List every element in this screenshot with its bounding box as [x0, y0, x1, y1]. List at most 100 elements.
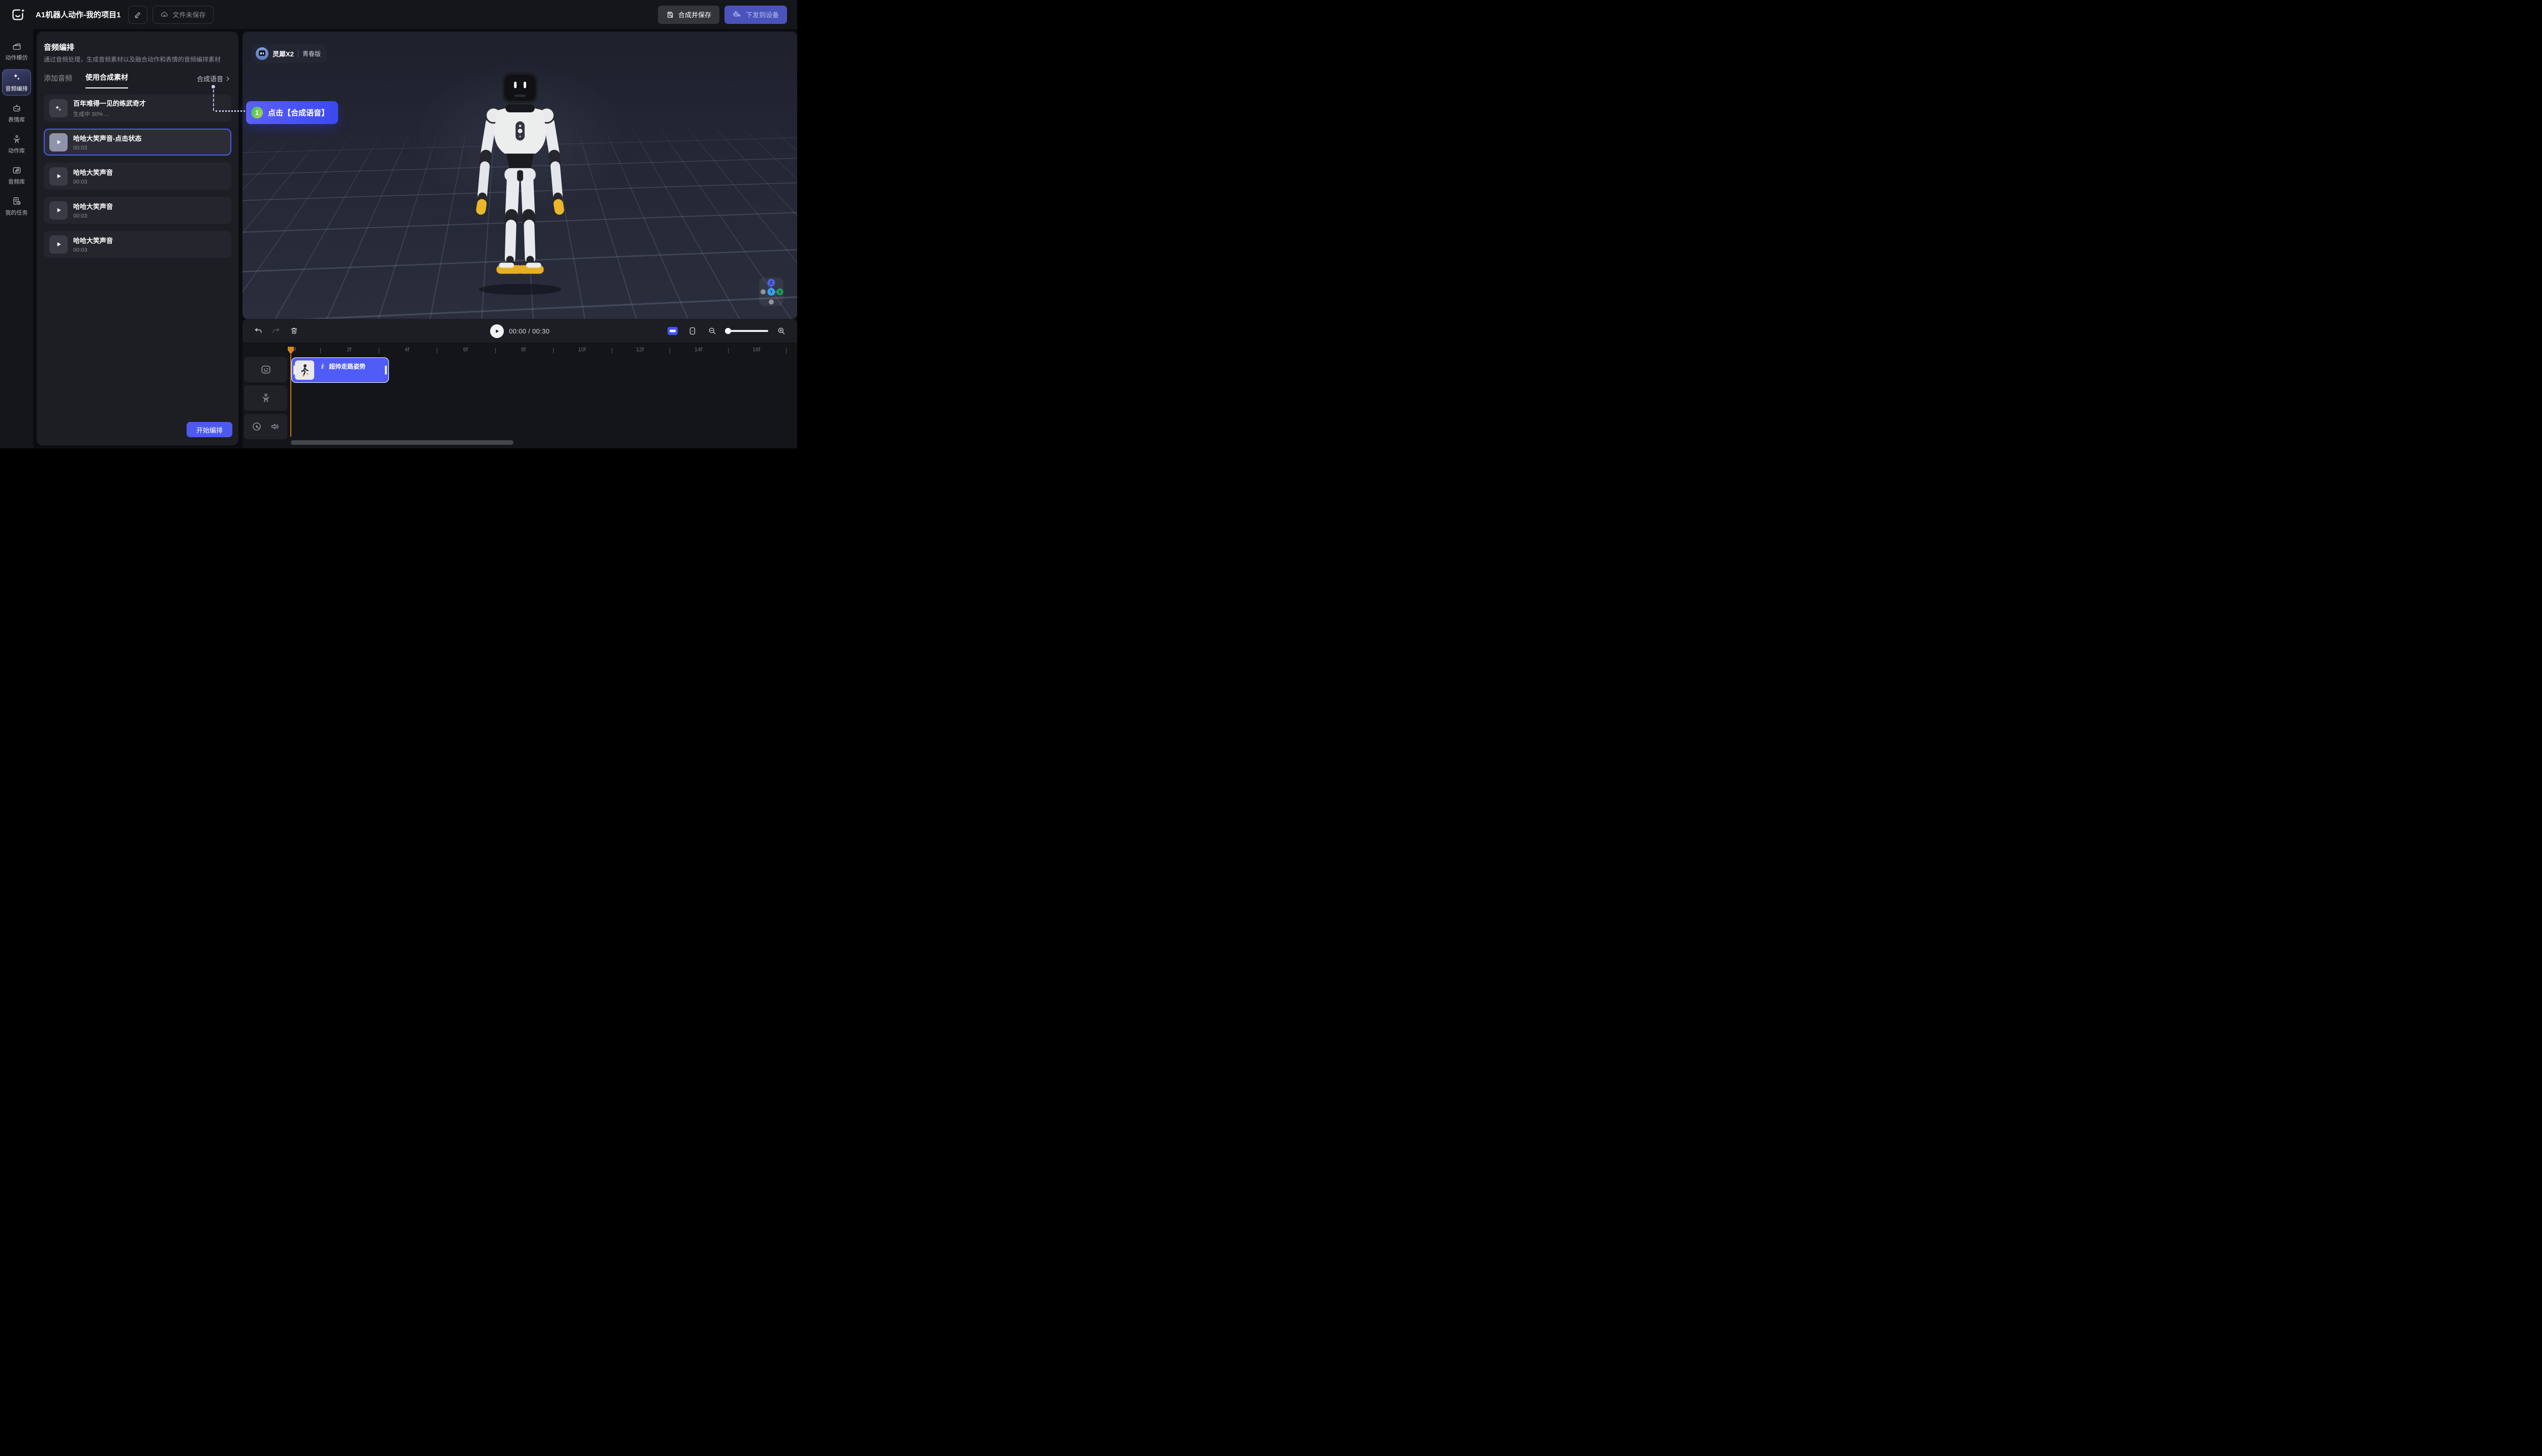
- clip-trim-handle-right[interactable]: [385, 366, 387, 375]
- guide-connector-vertical: [213, 89, 214, 111]
- audio-track-header: [244, 414, 287, 439]
- axis-neg-z-dot: [769, 299, 774, 305]
- item-progress: 生成中 30% ...: [73, 110, 146, 118]
- clapperboard-icon: [12, 41, 22, 51]
- save-button[interactable]: 合成并保存: [658, 6, 719, 24]
- ruler-label: 10f: [578, 347, 586, 353]
- ruler-tick: [728, 348, 729, 353]
- play-button[interactable]: [49, 235, 68, 254]
- speaker-icon[interactable]: [270, 421, 280, 432]
- app-logo-icon[interactable]: [10, 7, 25, 22]
- zoom-out-button[interactable]: [706, 324, 719, 338]
- ruler-label: 8f: [521, 347, 526, 353]
- timeline-toolbar: 00:00 / 00:30: [243, 319, 797, 343]
- audio-item-selected[interactable]: 哈哈大笑声音-点击状态 00:03: [44, 129, 231, 156]
- auto-fit-icon: [667, 326, 678, 336]
- ruler-tick: [320, 348, 321, 353]
- timeline-horizontal-scrollbar[interactable]: [291, 440, 513, 445]
- item-duration: 00:03: [73, 145, 141, 151]
- save-label: 合成并保存: [678, 10, 711, 19]
- nav-label: 音频库: [8, 177, 25, 186]
- redo-icon: [271, 326, 281, 336]
- guide-connector-horizontal: [216, 110, 245, 112]
- playhead[interactable]: [288, 347, 294, 437]
- face-track-icon[interactable]: [260, 364, 271, 375]
- undo-icon: [254, 326, 263, 336]
- file-status-label: 文件未保存: [173, 10, 206, 19]
- viewport-3d[interactable]: 灵犀X2 青春版: [243, 32, 797, 319]
- play-button[interactable]: [49, 201, 68, 220]
- start-arrange-button[interactable]: 开始编排: [187, 422, 232, 437]
- timeline-play-button[interactable]: [490, 324, 504, 338]
- person-track-icon[interactable]: [260, 392, 271, 404]
- undo-button[interactable]: [252, 324, 265, 338]
- item-title: 哈哈大笑声音: [73, 201, 113, 211]
- nav-expression-library[interactable]: 表情库: [2, 100, 31, 127]
- nav-motion-mimic[interactable]: 动作模仿: [2, 38, 31, 65]
- zoom-out-icon: [708, 326, 717, 336]
- play-icon: [494, 328, 500, 334]
- robot-face-icon: [12, 103, 22, 113]
- redo-button[interactable]: [269, 324, 283, 338]
- guide-tooltip-text: 点击【合成语音】: [268, 107, 329, 118]
- track-headers: [244, 357, 287, 442]
- ruler-label: 12f: [636, 347, 644, 353]
- item-title: 哈哈大笑声音: [73, 235, 113, 245]
- disc-icon[interactable]: [252, 421, 262, 432]
- top-bar: A1机器人动作-我的项目1 文件未保存 合成并保存: [0, 0, 797, 29]
- guide-tooltip-step1: 1 点击【合成语音】: [246, 101, 338, 124]
- fit-to-width-button[interactable]: [686, 324, 699, 338]
- auto-fit-button[interactable]: [666, 324, 679, 338]
- audio-item[interactable]: 哈哈大笑声音 00:03: [44, 231, 231, 258]
- nav-audio-arrange[interactable]: 音频编排: [2, 69, 31, 96]
- timeline-zoom-slider[interactable]: [725, 330, 768, 332]
- pencil-icon: [134, 11, 142, 19]
- person-icon: [12, 134, 22, 144]
- save-icon: [666, 11, 674, 19]
- audio-arrange-panel: 音频编排 通过音频处理，生成音频素材以及融合动作和表情的音频编排素材 添加音频 …: [37, 32, 238, 445]
- audio-item[interactable]: 哈哈大笑声音 00:03: [44, 163, 231, 190]
- deploy-to-device-button[interactable]: 下发到设备: [724, 6, 787, 24]
- sparkles-icon: [12, 72, 22, 82]
- audio-item-generating[interactable]: 百年难得一见的练武奇才 生成中 30% ...: [44, 95, 231, 122]
- nav-my-tasks[interactable]: 我的任务: [2, 193, 31, 220]
- item-title: 百年难得一见的练武奇才: [73, 98, 146, 108]
- timeline-clip-walk-pose[interactable]: 超帅走路姿势: [291, 357, 389, 383]
- timeline-ruler[interactable]: 0f 2f 4f 6f 8f 10f 12f 14f 16f: [243, 347, 797, 356]
- deploy-label: 下发到设备: [746, 10, 779, 19]
- robot-download-icon: [733, 10, 742, 19]
- panel-title: 音频编排: [44, 42, 74, 52]
- nav-audio-library[interactable]: 音频库: [2, 162, 31, 189]
- delete-clip-button[interactable]: [287, 324, 300, 338]
- zoom-in-button[interactable]: [775, 324, 788, 338]
- robot-model[interactable]: [462, 65, 579, 296]
- item-title: 哈哈大笑声音-点击状态: [73, 133, 141, 143]
- rename-button[interactable]: [128, 6, 147, 24]
- clip-label: 超帅走路姿势: [329, 362, 366, 371]
- model-name: 灵犀X2: [273, 49, 294, 58]
- clip-thumbnail: [295, 360, 314, 380]
- playhead-pin[interactable]: [288, 347, 294, 354]
- play-icon: [55, 241, 62, 248]
- chevron-right-icon: [224, 75, 231, 82]
- nav-label: 音频编排: [6, 84, 28, 93]
- ruler-label: 4f: [405, 347, 409, 353]
- tab-use-synth-material[interactable]: 使用合成素材: [85, 72, 128, 88]
- play-icon: [55, 173, 62, 179]
- tab-add-audio[interactable]: 添加音频: [44, 73, 72, 88]
- nav-label: 动作库: [8, 146, 25, 155]
- audio-item[interactable]: 哈哈大笑声音 00:03: [44, 197, 231, 224]
- sparkle-icon: [49, 99, 68, 117]
- file-status-button[interactable]: 文件未保存: [153, 6, 214, 24]
- slider-handle[interactable]: [725, 328, 731, 334]
- svg-text:Y: Y: [770, 290, 773, 294]
- topbar-actions: 合成并保存 下发到设备: [658, 6, 787, 24]
- cloud-icon: [160, 10, 169, 19]
- play-button[interactable]: [49, 167, 68, 186]
- play-button[interactable]: [49, 133, 68, 151]
- motion-track-header: [244, 385, 287, 411]
- orientation-gizmo[interactable]: Z Y X: [759, 278, 783, 306]
- item-duration: 00:03: [73, 247, 113, 253]
- nav-motion-library[interactable]: 动作库: [2, 131, 31, 158]
- axis-neg-x-dot: [761, 289, 766, 294]
